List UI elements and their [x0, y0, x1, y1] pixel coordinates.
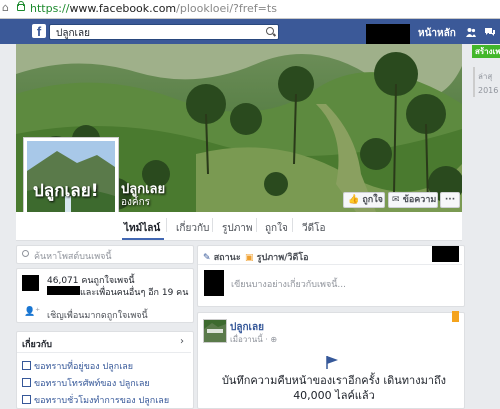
tab-divider	[292, 218, 293, 232]
photo-video-tab[interactable]: ▣ รูปภาพ/วิดีโอ	[245, 250, 309, 264]
profile-picture-text: ปลูกเลย!	[33, 181, 99, 201]
camera-icon: ▣	[245, 253, 254, 263]
redacted-friend	[47, 286, 80, 295]
friends-like-text[interactable]: และเพื่อนคนอื่นๆ อีก 19 คน	[80, 285, 188, 299]
search-icon[interactable]	[266, 27, 274, 35]
messages-icon[interactable]	[484, 27, 496, 37]
thumbs-up-icon: 👍	[348, 195, 360, 205]
bookmark-icon	[452, 311, 459, 322]
edit-icon	[22, 378, 31, 387]
post-text: บันทึกความคืบหน้าของเราอีกครั้ง เดินทางม…	[221, 374, 447, 402]
search-input[interactable]: ปลูกเลย	[49, 24, 279, 40]
page-post-search-input[interactable]: ค้นหาโพสต์บนเพจนี้	[16, 245, 194, 264]
post-author-avatar[interactable]	[203, 319, 227, 343]
message-button[interactable]: ✉ ข้อความ	[388, 192, 438, 208]
active-tab-indicator	[122, 238, 164, 240]
address-bar[interactable]: ⌂ https://www.facebook.com/plookloei/?fr…	[0, 0, 500, 19]
more-options-button[interactable]: ···	[440, 192, 460, 208]
timeline-scrubber-line	[473, 67, 475, 97]
tab-likes[interactable]: ถูกใจ	[265, 221, 288, 236]
invite-friends-link[interactable]: เชิญเพื่อนมากดถูกใจเพจนี้	[47, 308, 148, 322]
message-icon: ✉	[392, 195, 400, 205]
tab-timeline[interactable]: ไทม์ไลน์	[124, 221, 160, 236]
search-icon	[22, 250, 29, 257]
about-item-phone[interactable]: ขอทราบโทรศัพท์ของ ปลูกเลย	[22, 376, 150, 390]
post-timestamp[interactable]: เมื่อวานนี้ · ⊕	[230, 333, 277, 346]
redacted-avatar	[204, 270, 224, 296]
like-button[interactable]: 👍 ถูกใจ	[343, 192, 385, 208]
redacted-like-icon	[22, 275, 39, 291]
edit-icon	[22, 395, 31, 404]
tab-photos[interactable]: รูปภาพ	[222, 221, 253, 236]
tab-divider	[166, 218, 167, 232]
lock-icon	[17, 1, 25, 11]
home-icon[interactable]: ⌂	[2, 1, 9, 14]
create-page-button[interactable]: สร้างเพ	[472, 45, 500, 58]
divider	[198, 264, 462, 265]
edit-icon	[22, 361, 31, 370]
scrubber-recent[interactable]: ล่าสุ	[478, 70, 492, 83]
scrubber-year[interactable]: 2016	[478, 86, 498, 95]
about-item-address[interactable]: ขอทราบที่อยู่ของ ปลูกเลย	[22, 359, 133, 373]
tab-divider	[256, 218, 257, 232]
chevron-right-icon[interactable]: ›	[180, 336, 184, 347]
redacted-block	[432, 246, 459, 262]
status-tab[interactable]: ✎ สถานะ	[203, 250, 241, 264]
invite-friends-icon: 👤⁺	[24, 307, 40, 317]
divider	[17, 352, 191, 353]
search-value: ปลูกเลย	[56, 28, 90, 39]
tab-about[interactable]: เกี่ยวกับ	[176, 221, 209, 236]
facebook-logo-icon[interactable]: f	[32, 24, 46, 39]
flag-icon	[326, 356, 338, 369]
redacted-user	[366, 24, 410, 44]
pencil-icon: ✎	[203, 253, 211, 263]
tab-videos[interactable]: วีดีโอ	[302, 221, 326, 236]
about-header[interactable]: เกี่ยวกับ	[22, 337, 52, 351]
friends-icon[interactable]	[466, 27, 476, 37]
tab-divider	[212, 218, 213, 232]
page-category[interactable]: องค์กร	[121, 195, 150, 210]
about-item-hours[interactable]: ขอทราบชั่วโมงทำการของ ปลูกเลย	[22, 393, 169, 407]
right-sidebar	[464, 44, 500, 407]
url-text[interactable]: https://www.facebook.com/plookloei/?fref…	[30, 2, 277, 15]
composer-input[interactable]: เขียนบางอย่างเกี่ยวกับเพจนี้...	[231, 277, 346, 291]
home-link[interactable]: หน้าหลัก	[418, 26, 456, 41]
